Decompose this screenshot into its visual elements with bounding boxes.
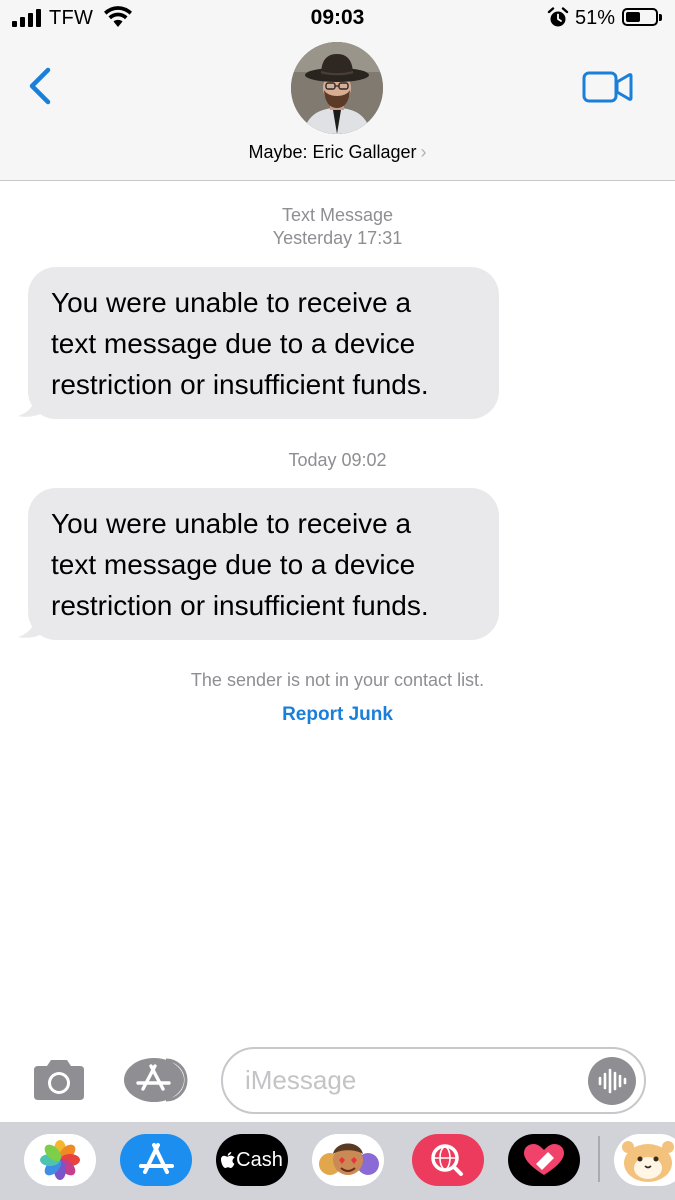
- battery-percent: 51%: [575, 7, 616, 29]
- hamster-sticker-app-icon[interactable]: [614, 1134, 675, 1186]
- cash-app-icon[interactable]: Cash: [216, 1134, 288, 1186]
- message-line: text message due to a device: [51, 549, 416, 580]
- chevron-right-icon: ›: [420, 142, 427, 162]
- app-store-icon[interactable]: [124, 1056, 194, 1104]
- avatar[interactable]: [291, 42, 383, 134]
- conversation-header: Maybe: Eric Gallager ›: [0, 38, 675, 181]
- battery-icon: [622, 8, 662, 26]
- unknown-sender-notice: The sender is not in your contact list.: [190, 670, 485, 690]
- message-line: text message due to a device: [51, 328, 416, 359]
- app-store-app-icon[interactable]: [120, 1134, 192, 1186]
- message-line: You were unable to receive a: [51, 287, 412, 318]
- camera-icon[interactable]: [30, 1056, 88, 1104]
- digital-touch-app-icon[interactable]: [508, 1134, 580, 1186]
- message-service-label: Text Message: [281, 205, 394, 225]
- back-chevron-icon[interactable]: [22, 62, 62, 110]
- apple-logo-icon: [221, 1151, 235, 1168]
- message-timestamp: Today 09:02: [288, 450, 387, 470]
- audio-waveform-icon[interactable]: [588, 1057, 636, 1105]
- memoji-app-icon[interactable]: [312, 1134, 384, 1186]
- imessage-input[interactable]: iMessage: [221, 1047, 646, 1114]
- cash-label: Cash: [236, 1148, 283, 1171]
- message-line: You were unable to receive a: [51, 508, 412, 539]
- message-line: restriction or insufficient funds.: [51, 590, 429, 621]
- contact-name: Maybe: Eric Gallager: [248, 142, 417, 162]
- input-placeholder: iMessage: [245, 1065, 357, 1095]
- alarm-icon: [547, 7, 569, 27]
- message-line: restriction or insufficient funds.: [51, 369, 429, 400]
- app-drawer-divider: [598, 1136, 600, 1182]
- video-camera-icon[interactable]: [580, 68, 636, 108]
- web-search-app-icon[interactable]: [412, 1134, 484, 1186]
- contact-name-button[interactable]: Maybe: Eric Gallager ›: [0, 142, 675, 163]
- message-timestamp: Yesterday 17:31: [272, 228, 403, 248]
- photos-app-icon[interactable]: [24, 1134, 96, 1186]
- clock: 09:03: [310, 6, 365, 29]
- imessage-app-drawer: Cash: [0, 1122, 675, 1200]
- status-bar: TFW 09:03 51%: [0, 0, 675, 38]
- incoming-message-bubble[interactable]: You were unable to receive a text messag…: [28, 488, 499, 640]
- incoming-message-bubble[interactable]: You were unable to receive a text messag…: [28, 267, 499, 419]
- report-junk-link[interactable]: Report Junk: [0, 704, 675, 726]
